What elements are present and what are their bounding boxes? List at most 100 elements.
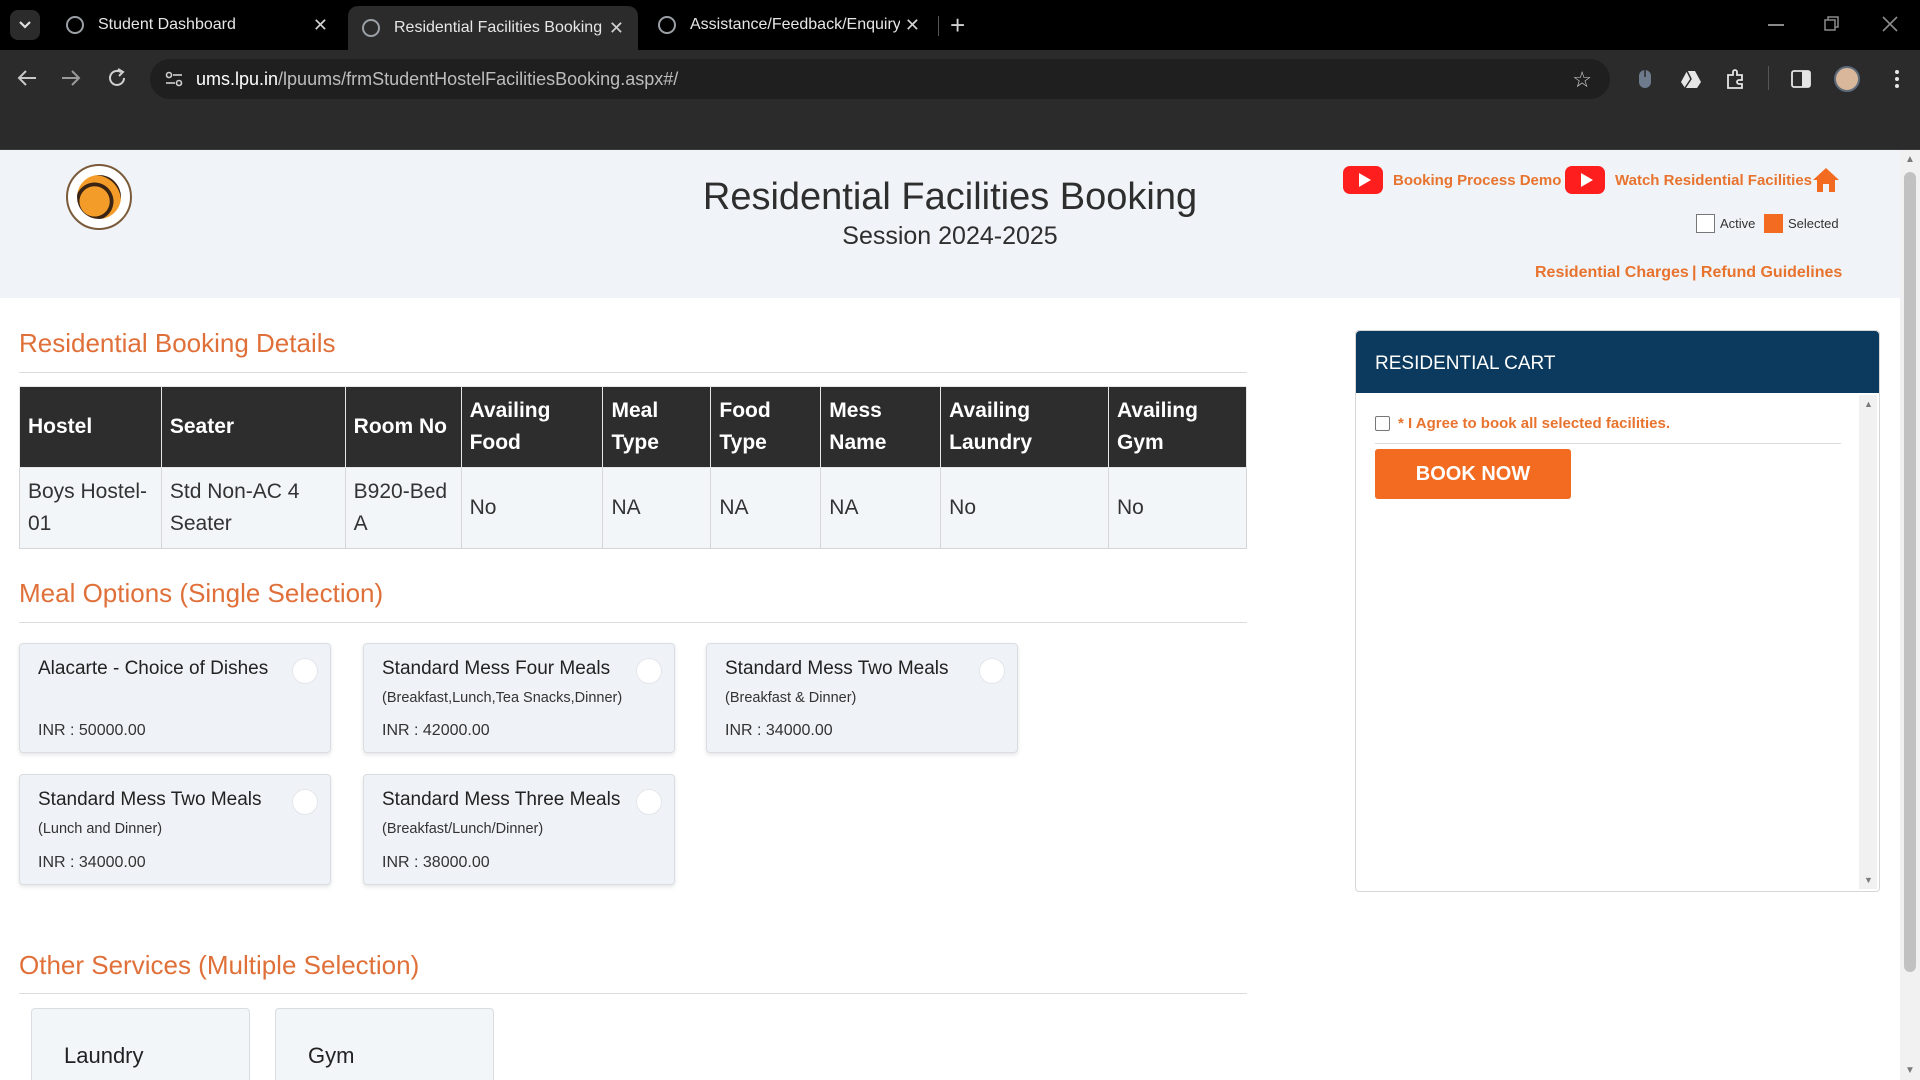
tab-student-dashboard[interactable]: Student Dashboard ✕ (52, 6, 342, 44)
cart-scrollbar[interactable]: ▲ ▼ (1859, 395, 1877, 889)
meal-option-card[interactable]: Standard Mess Three Meals (Breakfast/Lun… (363, 774, 675, 885)
meal-name: Alacarte - Choice of Dishes (38, 658, 269, 679)
meal-radio[interactable] (292, 789, 318, 815)
cell-room-no: B920-Bed A (344, 467, 462, 549)
url-text: ums.lpu.in/lpuums/frmStudentHostelFacili… (196, 69, 678, 90)
browser-toolbar: ums.lpu.in/lpuums/frmStudentHostelFacili… (0, 50, 1920, 108)
page-content: Residential Facilities Booking Session 2… (0, 150, 1900, 1080)
book-now-button[interactable]: BOOK NOW (1375, 449, 1571, 499)
agree-checkbox[interactable] (1375, 416, 1390, 431)
col-seater: Seater (160, 386, 346, 468)
meal-radio[interactable] (292, 658, 318, 684)
side-panel-icon[interactable] (1790, 68, 1812, 90)
section-divider (19, 372, 1247, 373)
chevron-down-icon (19, 21, 31, 29)
scroll-down-icon[interactable]: ▼ (1905, 1065, 1915, 1076)
cell-availing-laundry: No (940, 467, 1110, 549)
url-path: /lpuums/frmStudentHostelFacilitiesBookin… (278, 69, 679, 89)
residential-charges-link[interactable]: Residential Charges (1535, 264, 1689, 282)
cell-availing-gym: No (1108, 467, 1247, 549)
booking-process-demo-link[interactable]: Booking Process Demo (1343, 166, 1561, 194)
scroll-up-icon[interactable]: ▲ (1905, 154, 1915, 165)
toolbar-separator (1768, 66, 1769, 90)
meal-price: INR : 42000.00 (382, 722, 490, 739)
cell-seater: Std Non-AC 4 Seater (160, 467, 346, 549)
scroll-up-icon[interactable]: ▲ (1864, 399, 1873, 409)
extension-mouse-icon[interactable] (1634, 68, 1656, 90)
extensions-puzzle-icon[interactable] (1725, 68, 1747, 90)
meal-name: Standard Mess Four Meals (382, 658, 611, 679)
extension-drive-icon[interactable] (1680, 68, 1702, 90)
browser-tab-bar: Student Dashboard ✕ Residential Faciliti… (0, 0, 1920, 50)
watch-facilities-link[interactable]: Watch Residential Facilities (1565, 166, 1812, 194)
youtube-icon (1343, 166, 1383, 194)
tab-residential-booking[interactable]: Residential Facilities Booking ✕ (348, 6, 638, 50)
legend-active-label: Active (1720, 216, 1756, 231)
meal-option-card[interactable]: Alacarte - Choice of Dishes INR : 50000.… (19, 643, 331, 753)
back-arrow-icon[interactable] (16, 68, 38, 88)
section-divider (19, 622, 1247, 623)
legend-selected-swatch (1764, 214, 1783, 233)
legend-active-swatch (1696, 214, 1715, 233)
tab-title: Student Dashboard (98, 16, 236, 33)
restore-icon[interactable] (1824, 16, 1840, 32)
minimize-icon[interactable] (1768, 24, 1784, 26)
forward-arrow-icon[interactable] (60, 68, 82, 88)
refund-guidelines-link[interactable]: | Refund Guidelines (1692, 264, 1842, 282)
meal-price: INR : 38000.00 (382, 854, 490, 871)
agree-label: * I Agree to book all selected facilitie… (1398, 415, 1671, 432)
globe-icon (66, 16, 84, 34)
service-card-laundry[interactable]: Laundry (31, 1008, 250, 1080)
meal-description: (Breakfast,Lunch,Tea Snacks,Dinner) (382, 690, 623, 706)
service-card-gym[interactable]: Gym (275, 1008, 494, 1080)
page-header: Residential Facilities Booking Session 2… (0, 150, 1900, 298)
tab-title: Assistance/Feedback/Enquiry/M (690, 16, 900, 33)
cell-food-type: NA (710, 467, 822, 549)
legend-selected: Selected (1764, 214, 1839, 233)
page-scrollbar[interactable]: ▲ ▼ (1900, 150, 1920, 1080)
booking-details-table: Hostel Seater Room No Availing Food Meal… (19, 386, 1247, 549)
meal-radio[interactable] (636, 789, 662, 815)
home-icon[interactable] (1812, 166, 1840, 194)
meal-price: INR : 34000.00 (38, 854, 146, 871)
cell-mess-name: NA (820, 467, 942, 549)
meal-option-card[interactable]: Standard Mess Two Meals (Lunch and Dinne… (19, 774, 331, 885)
col-availing-gym: Availing Gym (1108, 386, 1247, 468)
meal-radio[interactable] (636, 658, 662, 684)
cart-title: RESIDENTIAL CART (1356, 331, 1879, 393)
meal-price: INR : 50000.00 (38, 722, 146, 739)
youtube-icon (1565, 166, 1605, 194)
meal-description: (Lunch and Dinner) (38, 821, 163, 837)
window-close-icon[interactable] (1882, 16, 1898, 32)
meal-option-card[interactable]: Standard Mess Four Meals (Breakfast,Lunc… (363, 643, 675, 753)
scroll-down-icon[interactable]: ▼ (1864, 875, 1873, 885)
booking-details-heading: Residential Booking Details (19, 328, 336, 358)
more-menu-icon[interactable] (1886, 68, 1908, 90)
address-bar[interactable]: ums.lpu.in/lpuums/frmStudentHostelFacili… (150, 59, 1610, 99)
profile-avatar[interactable] (1834, 66, 1860, 92)
bookmark-star-icon[interactable]: ☆ (1572, 67, 1592, 93)
scrollbar-thumb[interactable] (1904, 172, 1916, 972)
other-services-heading: Other Services (Multiple Selection) (19, 950, 420, 980)
meal-name: Standard Mess Three Meals (382, 789, 621, 810)
tab-assistance[interactable]: Assistance/Feedback/Enquiry/M ✕ (644, 6, 934, 44)
agree-row: * I Agree to book all selected facilitie… (1375, 415, 1670, 432)
watch-facilities-label: Watch Residential Facilities (1615, 171, 1812, 189)
meal-radio[interactable] (979, 658, 1005, 684)
meal-options-heading: Meal Options (Single Selection) (19, 578, 384, 608)
meal-description: (Breakfast/Lunch/Dinner) (382, 821, 544, 837)
reload-icon[interactable] (106, 67, 128, 89)
meal-option-card[interactable]: Standard Mess Two Meals (Breakfast & Din… (706, 643, 1018, 753)
booking-process-demo-label: Booking Process Demo (1393, 171, 1562, 189)
new-tab-button[interactable]: + (950, 10, 965, 40)
site-settings-icon[interactable] (164, 69, 184, 89)
cell-meal-type: NA (602, 467, 712, 549)
session-label: Session 2024-2025 (842, 222, 1058, 250)
close-icon[interactable]: ✕ (609, 18, 624, 39)
close-icon[interactable]: ✕ (905, 15, 920, 36)
tab-search-button[interactable] (10, 10, 40, 40)
close-icon[interactable]: ✕ (313, 15, 328, 36)
col-hostel: Hostel (19, 386, 162, 468)
meal-price: INR : 34000.00 (725, 722, 833, 739)
section-divider (19, 993, 1247, 994)
